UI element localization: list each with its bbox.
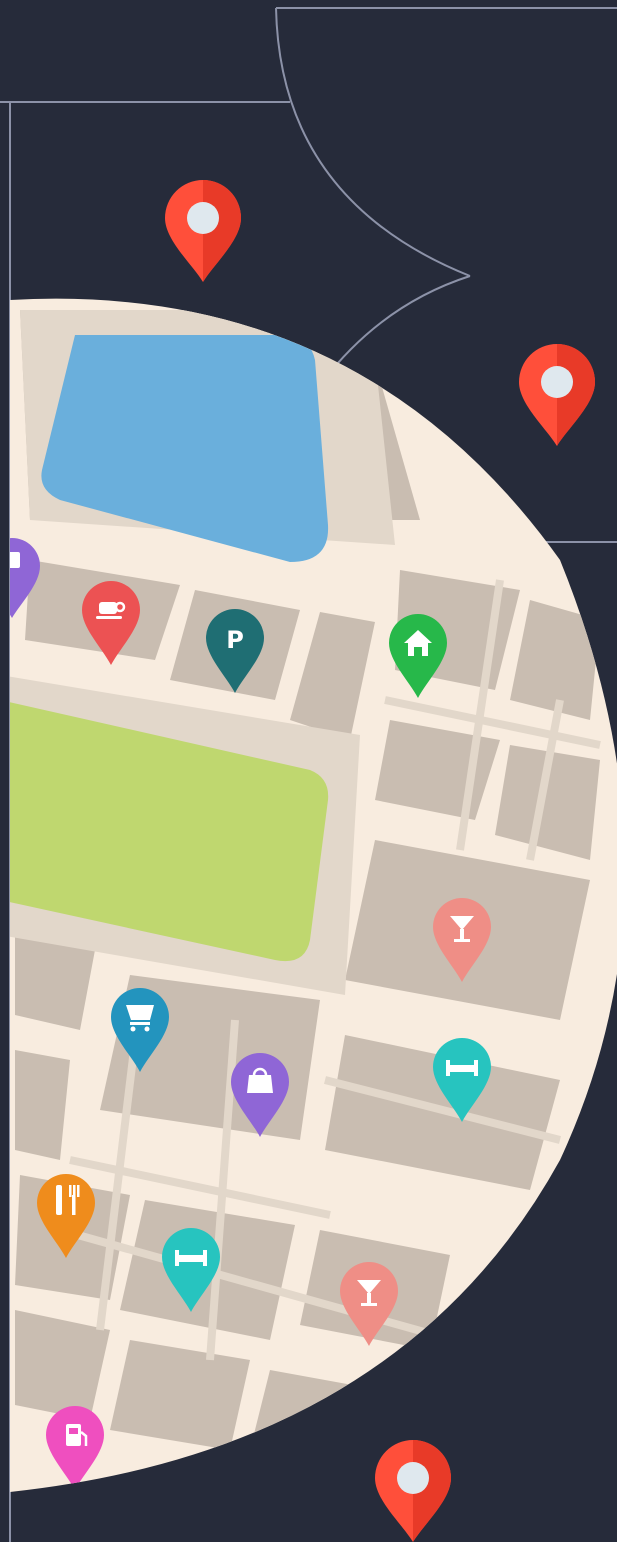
city-map bbox=[10, 298, 617, 1493]
svg-text:P: P bbox=[226, 626, 244, 654]
location-pin-icon bbox=[165, 180, 241, 282]
map-illustration: P bbox=[0, 7, 617, 1542]
location-pin-icon bbox=[519, 344, 595, 446]
location-pin-icon bbox=[375, 1440, 451, 1542]
